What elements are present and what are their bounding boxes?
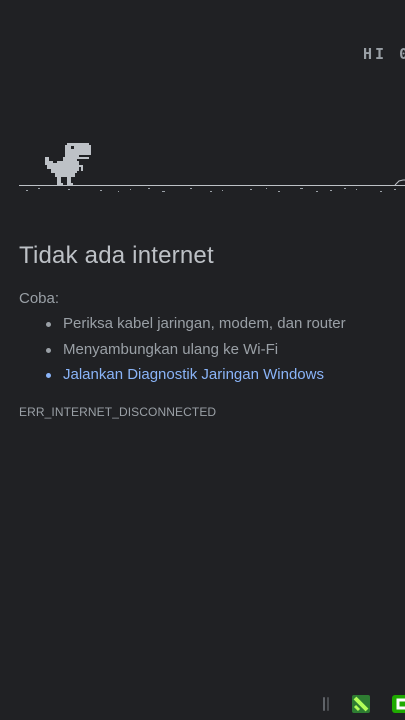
offline-page: HI 0: [0, 0, 405, 720]
suggestions-list: Periksa kabel jaringan, modem, dan route…: [19, 311, 399, 388]
game-canvas: [19, 143, 405, 192]
run-diagnostics-link[interactable]: Jalankan Diagnostik Jaringan Windows: [63, 366, 324, 383]
tray-separator: [327, 697, 329, 711]
ground-bump: [394, 179, 405, 186]
taskbar-tray: [305, 694, 405, 714]
suggestion-label: Periksa kabel jaringan, modem, dan route…: [63, 315, 346, 332]
try-label: Coba:: [19, 290, 60, 307]
error-code: ERR_INTERNET_DISCONNECTED: [19, 404, 217, 419]
bullet-icon: [46, 322, 51, 327]
tray-separator: [323, 697, 325, 711]
error-content: Tidak ada internet Coba: Periksa kabel j…: [19, 242, 399, 419]
suggestion-check-cables: Periksa kabel jaringan, modem, dan route…: [43, 311, 399, 337]
dino-game[interactable]: HI 0: [0, 0, 405, 200]
green-app-icon[interactable]: [392, 695, 405, 713]
ground-texture: [26, 188, 396, 192]
bullet-icon: [46, 373, 51, 378]
bullet-icon: [46, 347, 51, 353]
suggestion-reconnect-wifi: Menyambungkan ulang ke Wi-Fi: [43, 337, 399, 363]
video-editor-app-icon[interactable]: [352, 695, 370, 713]
suggestion-label: Menyambungkan ulang ke Wi-Fi: [63, 340, 279, 358]
t-rex-dino-icon: [45, 143, 91, 185]
suggestion-run-diagnostics[interactable]: Jalankan Diagnostik Jaringan Windows: [43, 362, 399, 388]
page-title: Tidak ada internet: [19, 242, 214, 269]
